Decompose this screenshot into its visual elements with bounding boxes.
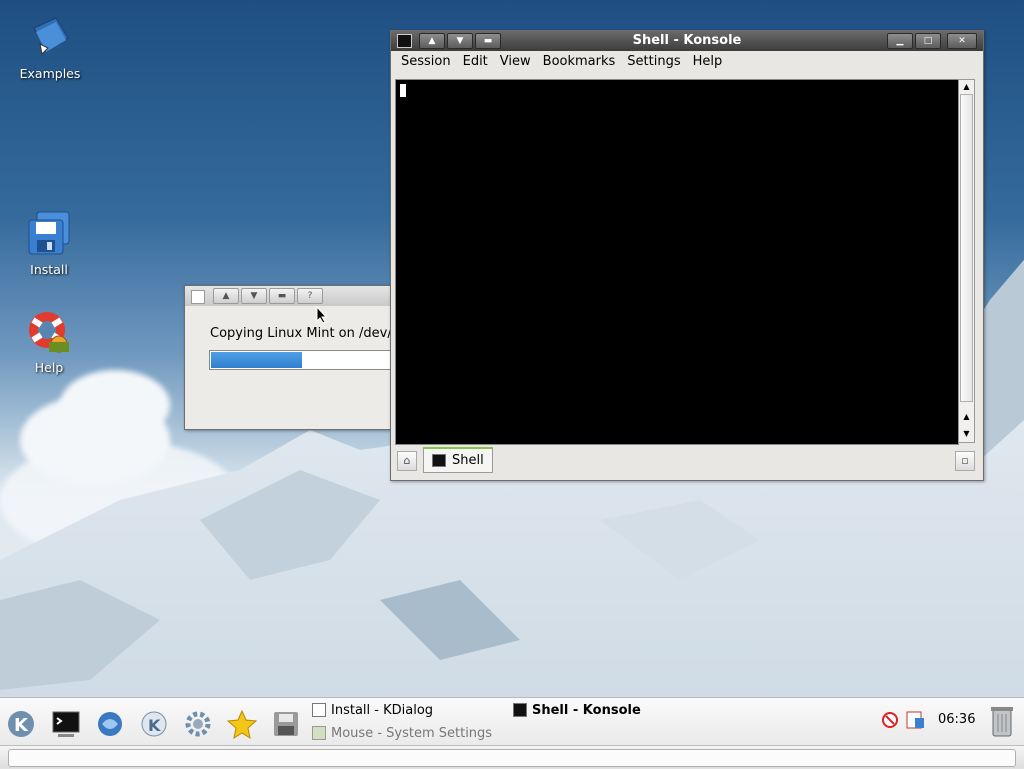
mouse-pointer-icon	[316, 306, 328, 324]
bottom-panel-strip	[0, 745, 1024, 768]
desktop-icon-install[interactable]: Install	[4, 210, 94, 277]
help-question-icon[interactable]: ?	[297, 288, 323, 304]
desktop-icon-label: Help	[34, 360, 64, 375]
terminal-tab-icon	[432, 454, 446, 467]
install-dialog-window[interactable]: ▲ ▼ ▬ ? Copying Linux Mint on /dev/hd	[184, 285, 416, 430]
bookmarks-star-icon[interactable]	[226, 708, 258, 740]
settings-task-icon	[312, 726, 326, 740]
terminal-area[interactable]	[395, 79, 959, 445]
menu-view[interactable]: View	[494, 51, 537, 75]
svg-text:K: K	[148, 716, 161, 735]
close-icon[interactable]: ✕	[947, 33, 977, 49]
desktop-icon-help[interactable]: Help	[4, 308, 94, 375]
menubar: Session Edit View Bookmarks Settings Hel…	[395, 51, 979, 75]
dialog-message: Copying Linux Mint on /dev/hd	[210, 326, 409, 341]
tab-label: Shell	[452, 453, 484, 468]
new-session-icon[interactable]: ⌂	[397, 451, 417, 471]
scroll-down-icon[interactable]: ▼	[959, 427, 974, 441]
minimize-icon[interactable]: ▬	[269, 288, 295, 304]
menu-bookmarks[interactable]: Bookmarks	[537, 51, 622, 75]
vertical-scrollbar[interactable]: ▲ ▲ ▼	[958, 79, 975, 443]
dialog-task-icon	[312, 703, 326, 717]
task-mouse-system-settings[interactable]: Mouse - System Settings	[312, 723, 492, 743]
clock[interactable]: 06:36	[938, 712, 975, 727]
lifebuoy-help-icon	[25, 308, 73, 356]
settings-gear-icon[interactable]	[182, 708, 214, 740]
scroll-up-icon[interactable]: ▲	[959, 80, 974, 94]
task-label: Shell - Konsole	[532, 702, 641, 718]
text-cursor	[400, 84, 406, 97]
network-disconnected-icon[interactable]	[880, 710, 900, 730]
desktop-icon-label: Examples	[19, 66, 81, 81]
menu-help[interactable]: Help	[687, 51, 729, 75]
trash-icon[interactable]	[988, 704, 1016, 738]
task-label: Install - KDialog	[331, 702, 434, 718]
taskbar: K K Install - KDialog Shell - Konsole Mo…	[0, 697, 1024, 769]
copy-progress-bar	[209, 350, 409, 370]
svg-text:K: K	[14, 715, 29, 736]
task-shell-konsole[interactable]: Shell - Konsole	[513, 700, 641, 720]
browser-launcher-icon[interactable]	[94, 708, 126, 740]
scroll-up-icon[interactable]: ▲	[959, 410, 974, 424]
task-install-kdialog[interactable]: Install - KDialog	[312, 700, 433, 720]
konsole-window[interactable]: ▲ ▼ ▬ Shell - Konsole ▁ □ ✕ Session Edit…	[390, 30, 984, 481]
klipper-clipboard-icon[interactable]	[904, 710, 926, 730]
floppy-install-icon	[25, 210, 73, 258]
close-session-icon[interactable]: ▫	[955, 451, 975, 471]
shade-up-icon[interactable]: ▲	[213, 288, 239, 304]
minimize-icon[interactable]: ▁	[887, 33, 913, 49]
konqueror-launcher-icon[interactable]: K	[138, 708, 170, 740]
panel-field[interactable]	[8, 749, 1016, 767]
terminal-task-icon	[513, 703, 527, 717]
menu-settings[interactable]: Settings	[621, 51, 686, 75]
progress-fill	[211, 352, 303, 368]
desktop-icon-examples[interactable]: Examples	[5, 14, 95, 81]
folder-book-icon	[26, 14, 74, 62]
terminal-launcher-icon[interactable]	[50, 708, 82, 740]
shade-down-icon[interactable]: ▼	[241, 288, 267, 304]
maximize-icon[interactable]: □	[915, 33, 941, 49]
task-label: Mouse - System Settings	[331, 725, 493, 741]
scroll-thumb[interactable]	[960, 94, 973, 402]
tab-shell[interactable]: Shell	[423, 447, 493, 473]
menu-edit[interactable]: Edit	[457, 51, 494, 75]
menu-session[interactable]: Session	[395, 51, 457, 75]
dialog-titlebar[interactable]: ▲ ▼ ▬ ?	[185, 286, 415, 306]
desktop-icon-label: Install	[30, 262, 68, 277]
window-menu-icon[interactable]	[191, 290, 205, 304]
session-tabbar: ⌂ Shell ▫	[395, 447, 979, 475]
konsole-titlebar[interactable]: ▲ ▼ ▬ Shell - Konsole ▁ □ ✕	[391, 31, 983, 51]
kde-menu-icon[interactable]: K	[5, 708, 37, 740]
floppy-launcher-icon[interactable]	[270, 708, 302, 740]
